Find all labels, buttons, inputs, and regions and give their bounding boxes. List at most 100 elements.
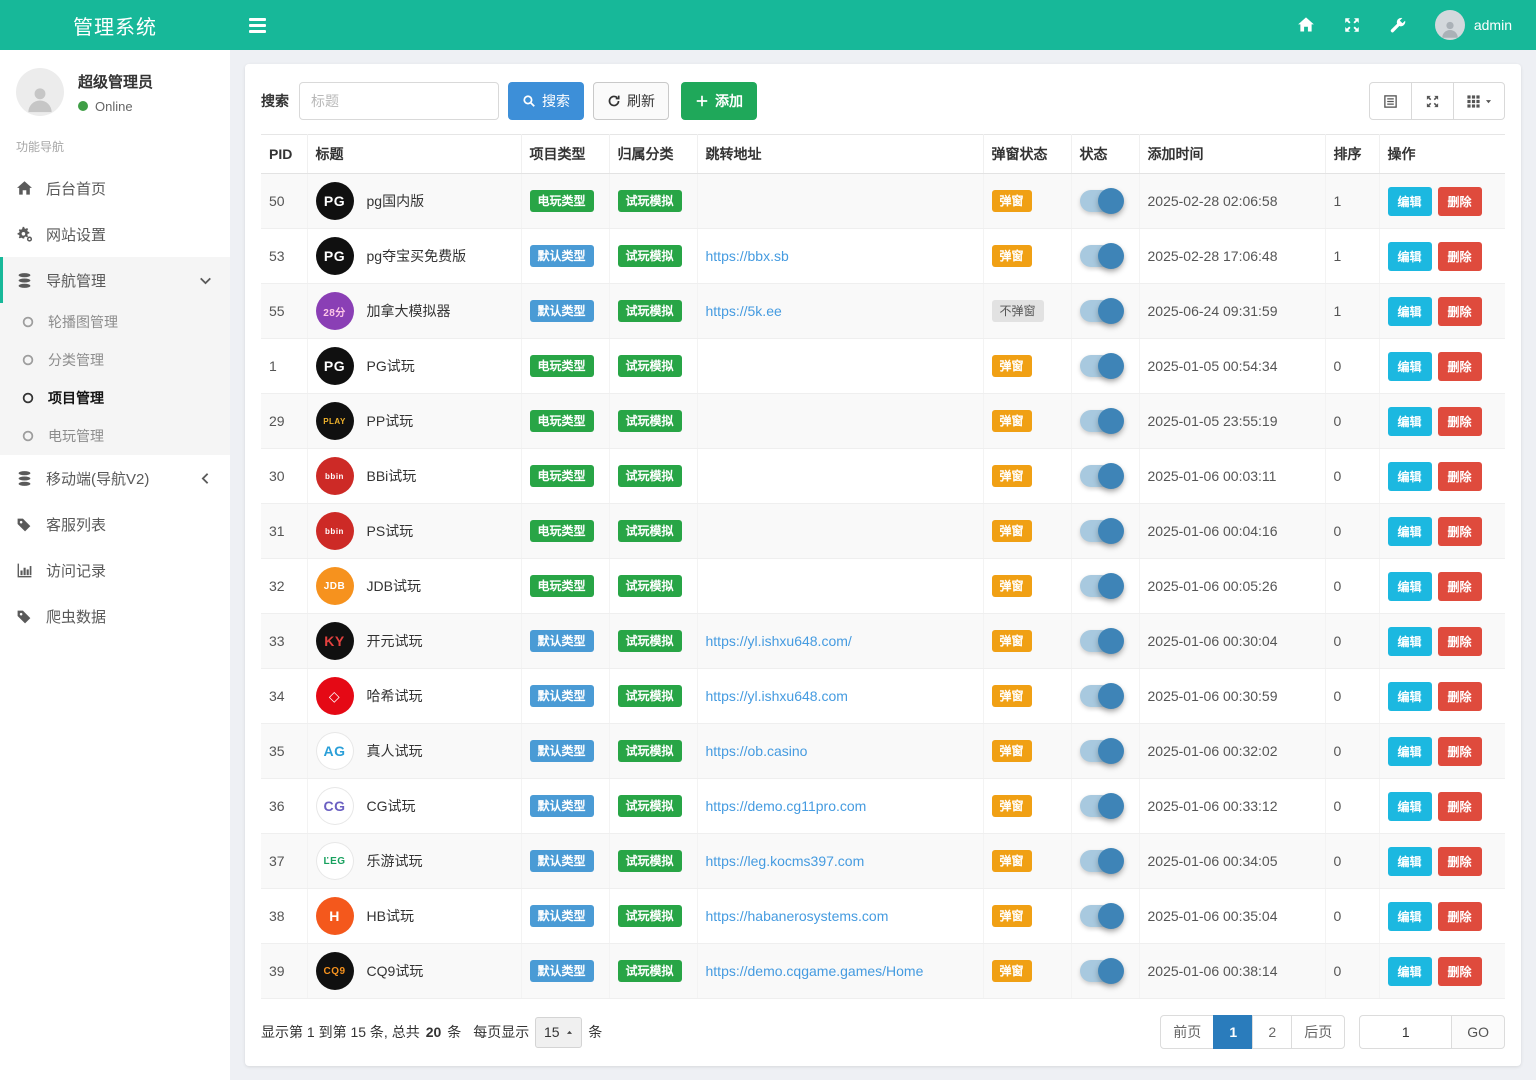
status-toggle[interactable] bbox=[1080, 575, 1122, 597]
sidebar-item[interactable]: 移动端(导航V2) bbox=[0, 455, 230, 501]
edit-button[interactable]: 编辑 bbox=[1388, 242, 1432, 271]
cell-category: 试玩模拟 bbox=[609, 779, 697, 834]
brand-title[interactable]: 管理系统 bbox=[0, 11, 230, 40]
delete-button[interactable]: 删除 bbox=[1438, 407, 1482, 436]
edit-button[interactable]: 编辑 bbox=[1388, 187, 1432, 216]
edit-button[interactable]: 编辑 bbox=[1388, 352, 1432, 381]
delete-button[interactable]: 删除 bbox=[1438, 627, 1482, 656]
user-menu[interactable]: admin bbox=[1435, 10, 1512, 40]
delete-button[interactable]: 删除 bbox=[1438, 517, 1482, 546]
delete-button[interactable]: 删除 bbox=[1438, 352, 1482, 381]
delete-button[interactable]: 删除 bbox=[1438, 682, 1482, 711]
delete-button[interactable]: 删除 bbox=[1438, 297, 1482, 326]
status-toggle[interactable] bbox=[1080, 520, 1122, 542]
tools-icon[interactable] bbox=[1389, 16, 1407, 34]
delete-button[interactable]: 删除 bbox=[1438, 847, 1482, 876]
edit-button[interactable]: 编辑 bbox=[1388, 847, 1432, 876]
row-title: 加拿大模拟器 bbox=[367, 301, 451, 321]
edit-button[interactable]: 编辑 bbox=[1388, 792, 1432, 821]
status-toggle[interactable] bbox=[1080, 410, 1122, 432]
refresh-button[interactable]: 刷新 bbox=[593, 82, 669, 120]
table-row: 34◇哈希试玩默认类型试玩模拟https://yl.ishxu648.com弹窗… bbox=[261, 669, 1505, 724]
go-button[interactable]: GO bbox=[1451, 1015, 1505, 1049]
jump-url-link[interactable]: https://habanerosystems.com bbox=[706, 908, 889, 924]
edit-button[interactable]: 编辑 bbox=[1388, 902, 1432, 931]
columns-button[interactable] bbox=[1453, 82, 1505, 120]
delete-button[interactable]: 删除 bbox=[1438, 792, 1482, 821]
fullscreen-table-button[interactable] bbox=[1411, 82, 1454, 120]
edit-button[interactable]: 编辑 bbox=[1388, 297, 1432, 326]
status-toggle[interactable] bbox=[1080, 795, 1122, 817]
sidebar-subitem[interactable]: 电玩管理 bbox=[0, 417, 230, 455]
status-toggle[interactable] bbox=[1080, 685, 1122, 707]
search-button[interactable]: 搜索 bbox=[508, 82, 584, 120]
toggle-knob bbox=[1098, 683, 1124, 709]
edit-button[interactable]: 编辑 bbox=[1388, 462, 1432, 491]
delete-button[interactable]: 删除 bbox=[1438, 902, 1482, 931]
edit-button[interactable]: 编辑 bbox=[1388, 627, 1432, 656]
detail-view-button[interactable] bbox=[1369, 82, 1412, 120]
sidebar-item[interactable]: 导航管理 bbox=[0, 257, 230, 303]
add-button[interactable]: 添加 bbox=[681, 82, 757, 120]
page-button[interactable]: 后页 bbox=[1291, 1015, 1345, 1049]
sidebar-item[interactable]: 后台首页 bbox=[0, 165, 230, 211]
status-toggle[interactable] bbox=[1080, 630, 1122, 652]
sidebar-subitem[interactable]: 轮播图管理 bbox=[0, 303, 230, 341]
category-badge: 试玩模拟 bbox=[618, 630, 682, 652]
popup-badge: 弹窗 bbox=[992, 520, 1032, 542]
jump-url-link[interactable]: https://demo.cg11pro.com bbox=[706, 798, 867, 814]
sidebar-subitem[interactable]: 分类管理 bbox=[0, 341, 230, 379]
sidebar-item[interactable]: 网站设置 bbox=[0, 211, 230, 257]
edit-button[interactable]: 编辑 bbox=[1388, 737, 1432, 766]
cell-sort: 1 bbox=[1325, 174, 1379, 229]
cell-pid: 1 bbox=[261, 339, 307, 394]
stack-icon bbox=[16, 470, 33, 487]
fullscreen-icon[interactable] bbox=[1343, 16, 1361, 34]
status-toggle[interactable] bbox=[1080, 850, 1122, 872]
category-badge: 试玩模拟 bbox=[618, 685, 682, 707]
sidebar-subitem[interactable]: 项目管理 bbox=[0, 379, 230, 417]
status-toggle[interactable] bbox=[1080, 905, 1122, 927]
status-toggle[interactable] bbox=[1080, 960, 1122, 982]
cell-ops: 编辑删除 bbox=[1379, 669, 1505, 724]
edit-button[interactable]: 编辑 bbox=[1388, 517, 1432, 546]
sidebar-item[interactable]: 客服列表 bbox=[0, 501, 230, 547]
page-size-select[interactable]: 15 bbox=[535, 1017, 582, 1048]
cell-time: 2025-01-05 23:55:19 bbox=[1139, 394, 1325, 449]
status-toggle[interactable] bbox=[1080, 245, 1122, 267]
jump-url-link[interactable]: https://5k.ee bbox=[706, 303, 782, 319]
search-input[interactable] bbox=[299, 82, 499, 120]
delete-button[interactable]: 删除 bbox=[1438, 242, 1482, 271]
edit-button[interactable]: 编辑 bbox=[1388, 682, 1432, 711]
jump-url-link[interactable]: https://demo.cqgame.games/Home bbox=[706, 963, 924, 979]
profile-status: Online bbox=[78, 99, 153, 114]
jump-url-link[interactable]: https://yl.ishxu648.com bbox=[706, 688, 848, 704]
status-toggle[interactable] bbox=[1080, 300, 1122, 322]
jump-url-link[interactable]: https://ob.casino bbox=[706, 743, 808, 759]
jump-url-link[interactable]: https://yl.ishxu648.com/ bbox=[706, 633, 852, 649]
home-icon[interactable] bbox=[1297, 16, 1315, 34]
status-toggle[interactable] bbox=[1080, 740, 1122, 762]
delete-button[interactable]: 删除 bbox=[1438, 187, 1482, 216]
delete-button[interactable]: 删除 bbox=[1438, 572, 1482, 601]
cell-pid: 34 bbox=[261, 669, 307, 724]
status-toggle[interactable] bbox=[1080, 465, 1122, 487]
status-toggle[interactable] bbox=[1080, 355, 1122, 377]
page-jump-input[interactable] bbox=[1359, 1015, 1451, 1049]
delete-button[interactable]: 删除 bbox=[1438, 737, 1482, 766]
sidebar-toggle-button[interactable] bbox=[243, 10, 273, 40]
cell-type: 默认类型 bbox=[521, 669, 609, 724]
page-button[interactable]: 2 bbox=[1252, 1015, 1292, 1049]
jump-url-link[interactable]: https://leg.kocms397.com bbox=[706, 853, 865, 869]
jump-url-link[interactable]: https://bbx.sb bbox=[706, 248, 789, 264]
sidebar-item[interactable]: 爬虫数据 bbox=[0, 593, 230, 639]
page-button[interactable]: 前页 bbox=[1160, 1015, 1214, 1049]
edit-button[interactable]: 编辑 bbox=[1388, 957, 1432, 986]
delete-button[interactable]: 删除 bbox=[1438, 462, 1482, 491]
edit-button[interactable]: 编辑 bbox=[1388, 572, 1432, 601]
delete-button[interactable]: 删除 bbox=[1438, 957, 1482, 986]
page-button[interactable]: 1 bbox=[1213, 1015, 1253, 1049]
sidebar-item[interactable]: 访问记录 bbox=[0, 547, 230, 593]
edit-button[interactable]: 编辑 bbox=[1388, 407, 1432, 436]
status-toggle[interactable] bbox=[1080, 190, 1122, 212]
